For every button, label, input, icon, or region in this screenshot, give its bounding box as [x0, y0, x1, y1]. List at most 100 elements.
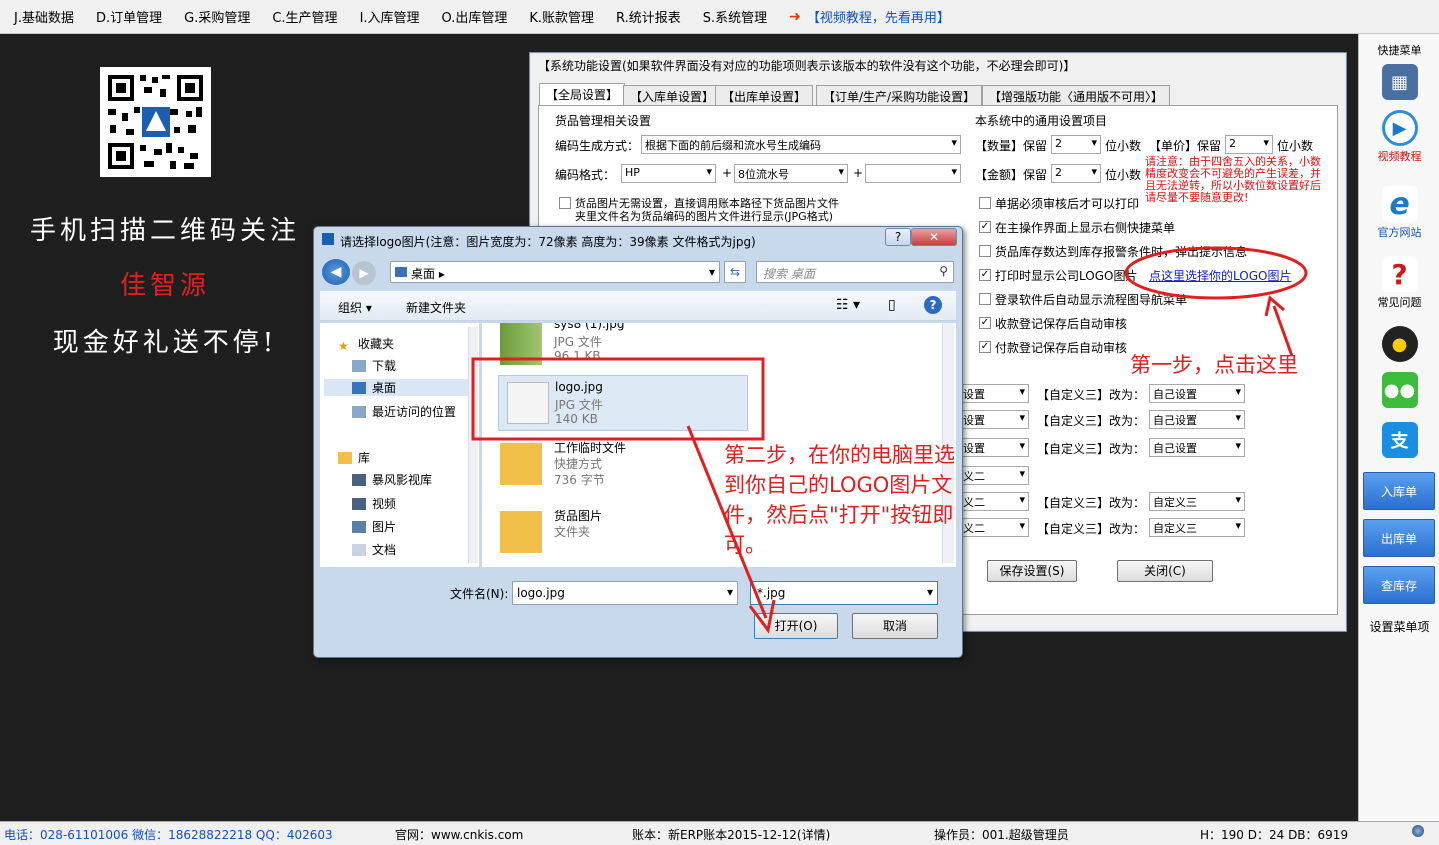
qty-decimals-select[interactable]: 2: [1051, 135, 1101, 154]
dialog-help-icon[interactable]: ?: [885, 228, 911, 246]
nav-pictures[interactable]: 图片: [352, 518, 396, 535]
menu-item-reports[interactable]: R.统计报表: [616, 7, 681, 26]
custom-row-2-left[interactable]: 设置: [959, 410, 1029, 429]
nav-desktop[interactable]: 桌面: [324, 379, 474, 396]
custom-row-2-select[interactable]: 自己设置: [1149, 410, 1245, 429]
menu-item-basic-data[interactable]: J.基础数据: [14, 7, 74, 26]
code-prefix-select[interactable]: HP: [621, 164, 716, 183]
nav-storm-video[interactable]: 暴风影视库: [352, 471, 432, 488]
menu-item-inbound[interactable]: I.入库管理: [360, 7, 420, 26]
amount-decimals-select[interactable]: 2: [1051, 164, 1101, 183]
qq-item[interactable]: ●: [1359, 326, 1439, 364]
custom-row-6-select[interactable]: 自定义三: [1149, 518, 1245, 537]
alipay-item[interactable]: 支: [1359, 422, 1439, 460]
custom-row-1-select[interactable]: 自己设置: [1149, 384, 1245, 403]
custom-row-2-label: 【自定义三】改为：: [1037, 414, 1146, 428]
unit-price-decimals-select[interactable]: 2: [1225, 135, 1273, 154]
code-gen-select[interactable]: 根据下面的前后缀和流水号生成编码: [641, 135, 961, 154]
outbound-order-button[interactable]: 出库单: [1363, 519, 1435, 557]
quick-menu-sidebar: 快捷菜单 ▦ ▶ 视频教程 e 官方网站 ? 常见问题 ● ●● 支 入库单 出…: [1358, 34, 1439, 821]
address-dropdown-icon[interactable]: ▾: [709, 265, 715, 279]
videos-icon: [352, 498, 366, 510]
custom-row-6-left[interactable]: 义二: [959, 518, 1029, 537]
custom-row-3-select[interactable]: 自己设置: [1149, 438, 1245, 457]
checkbox-flow-chart[interactable]: [979, 293, 991, 305]
address-bar[interactable]: 桌面 ▸ ▾: [390, 261, 720, 283]
nav-libraries[interactable]: 库: [338, 449, 370, 466]
sidebar-item-video[interactable]: ▶ 视频教程: [1359, 110, 1439, 164]
checkbox-audit-before-print[interactable]: [979, 197, 991, 209]
forward-icon[interactable]: ▶: [352, 261, 376, 285]
menu-item-accounts[interactable]: K.账款管理: [529, 7, 594, 26]
preview-pane-icon[interactable]: ▯: [888, 297, 896, 313]
code-serial-select[interactable]: 8位流水号: [734, 164, 848, 183]
ie-browser-icon: e: [1381, 186, 1418, 222]
question-mark-icon: ?: [1381, 256, 1418, 292]
checkbox-receipt-audit[interactable]: ✓: [979, 317, 991, 329]
menu-item-system[interactable]: S.系统管理: [703, 7, 767, 26]
custom-row-6-label: 【自定义三】改为：: [1037, 522, 1146, 536]
amount-decimals-unit: 位小数: [1105, 168, 1142, 182]
nav-desktop-label: 桌面: [372, 381, 397, 395]
website-info[interactable]: 官网：www.cnkis.com: [395, 826, 523, 843]
custom-row-5-select[interactable]: 自定义三: [1149, 492, 1245, 511]
nav-storm-video-label: 暴风影视库: [372, 473, 433, 487]
close-settings-button[interactable]: 关闭(C): [1117, 560, 1213, 582]
organize-button[interactable]: 组织 ▾: [338, 299, 372, 316]
custom-row-3-left[interactable]: 设置: [959, 438, 1029, 457]
custom-row-1-left[interactable]: 设置: [959, 384, 1029, 403]
code-suffix-select[interactable]: [865, 164, 961, 183]
menu-item-production[interactable]: C.生产管理: [272, 7, 337, 26]
calculator-item[interactable]: ▦: [1359, 64, 1439, 102]
back-icon[interactable]: ◀: [322, 259, 350, 285]
video-tutorial-link[interactable]: 【视频教程，先看再用】: [807, 7, 950, 26]
checkbox-stock-alert[interactable]: [979, 245, 991, 257]
nav-videos[interactable]: 视频: [352, 495, 396, 512]
sidebar-settings-link[interactable]: 设置菜单项: [1359, 618, 1439, 635]
goods-group-title: 货品管理相关设置: [555, 114, 652, 128]
sidebar-item-video-label: 视频教程: [1377, 150, 1422, 163]
nav-documents[interactable]: 文档: [352, 541, 396, 558]
checkbox-print-logo[interactable]: ✓: [979, 269, 991, 281]
dialog-close-icon[interactable]: ✕: [911, 228, 957, 246]
search-input[interactable]: 搜索 桌面 ⚲: [756, 261, 954, 283]
promo-line-3: 现金好礼送不停!: [52, 328, 278, 358]
save-settings-button[interactable]: 保存设置(S): [987, 560, 1077, 582]
tab-order-production-settings[interactable]: 【订单/生产/采购功能设置】: [816, 85, 983, 105]
view-options-icon[interactable]: ☷ ▾: [836, 297, 860, 313]
nav-recent[interactable]: 最近访问的位置: [352, 403, 456, 420]
checkbox-show-quick-menu[interactable]: ✓: [979, 221, 991, 233]
calculator-icon: ▦: [1381, 64, 1418, 100]
menu-item-orders[interactable]: D.订单管理: [96, 7, 162, 26]
custom-row-5-left[interactable]: 义二: [959, 492, 1029, 511]
checkbox-payment-audit[interactable]: ✓: [979, 341, 991, 353]
sidebar-item-website[interactable]: e 官方网站: [1359, 186, 1439, 240]
tab-inbound-settings[interactable]: 【入库单设置】: [623, 85, 722, 105]
image-option-text-2: 夹里文件名为货品编码的图片文件进行显示(JPG格式): [575, 210, 833, 223]
image-option-checkbox[interactable]: [559, 197, 571, 209]
nav-documents-label: 文档: [372, 543, 397, 557]
menu-item-purchasing[interactable]: G.采购管理: [184, 7, 250, 26]
status-bar: 电话：028-61101006 微信：18628822218 QQ：402603…: [0, 821, 1439, 845]
sidebar-item-faq[interactable]: ? 常见问题: [1359, 256, 1439, 310]
account-info[interactable]: 账本：新ERP账本2015-12-12(详情): [632, 826, 830, 843]
downloads-folder-icon: [352, 360, 366, 372]
wechat-item[interactable]: ●●: [1359, 372, 1439, 410]
inbound-order-button[interactable]: 入库单: [1363, 472, 1435, 510]
file-type: JPG 文件: [554, 335, 602, 349]
nav-recent-label: 最近访问的位置: [372, 405, 457, 419]
check-stock-button[interactable]: 查库存: [1363, 566, 1435, 604]
tab-global-settings[interactable]: 【全局设置】: [539, 83, 626, 107]
nav-favorites[interactable]: ★ 收藏夹: [338, 335, 394, 353]
cancel-button[interactable]: 取消: [852, 613, 938, 639]
qr-code: [100, 67, 211, 177]
menu-item-outbound[interactable]: O.出库管理: [442, 7, 508, 26]
refresh-icon[interactable]: ⇆: [724, 261, 746, 283]
help-icon[interactable]: ?: [924, 296, 942, 314]
tab-outbound-settings[interactable]: 【出库单设置】: [715, 85, 814, 105]
unit-price-decimals-unit: 位小数: [1277, 139, 1314, 153]
custom-row-4-left[interactable]: 义二: [959, 466, 1029, 485]
new-folder-button[interactable]: 新建文件夹: [406, 299, 466, 316]
nav-downloads[interactable]: 下载: [352, 357, 396, 374]
tab-enhanced-features[interactable]: 【增强版功能〈通用版不可用〉】: [982, 85, 1171, 105]
